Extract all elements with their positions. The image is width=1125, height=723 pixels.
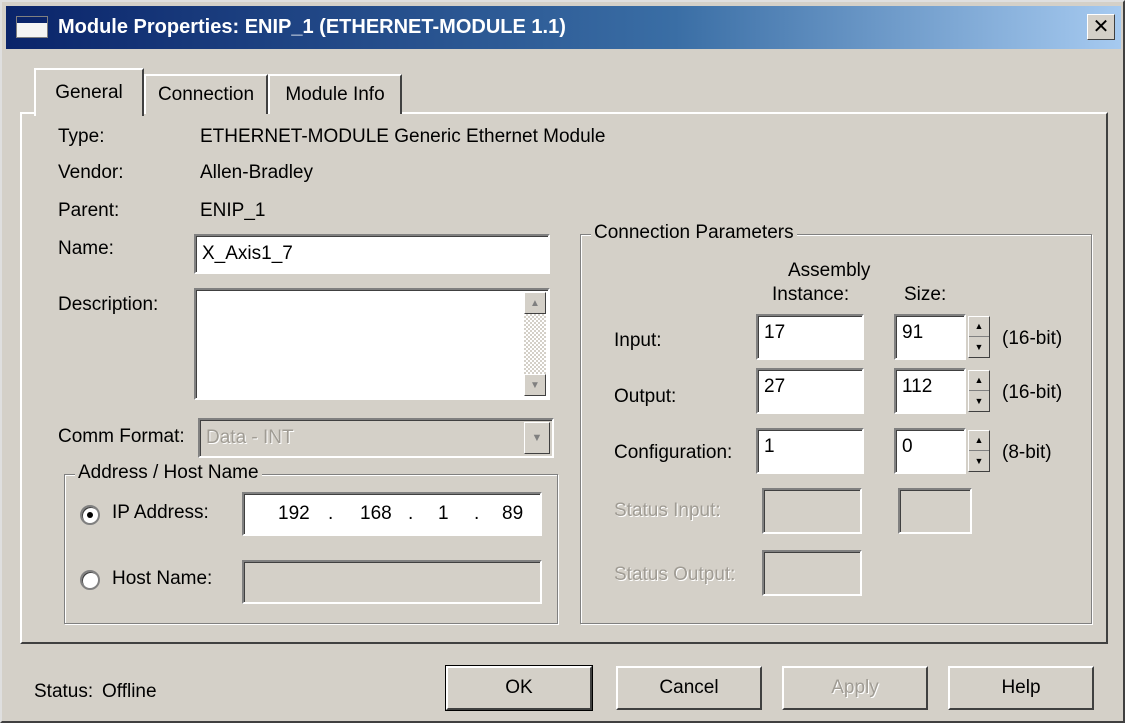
type-value: ETHERNET-MODULE Generic Ethernet Module <box>200 126 606 147</box>
name-label: Name: <box>58 238 114 259</box>
ip-dot: . <box>328 503 334 524</box>
spin-down-icon[interactable]: ▼ <box>969 337 989 357</box>
input-size-value: 91 <box>902 322 924 343</box>
configuration-size-field[interactable]: 0 <box>894 428 966 474</box>
size-header: Size: <box>904 284 947 305</box>
output-instance-value: 27 <box>764 376 786 397</box>
ip-address-input[interactable]: 192 . 168 . 1 . 89 <box>242 492 542 536</box>
title-bar[interactable]: Module Properties: ENIP_1 (ETHERNET-MODU… <box>6 6 1121 49</box>
ok-button[interactable]: OK <box>445 665 593 711</box>
input-instance-value: 17 <box>764 322 786 343</box>
output-size-spinner[interactable]: ▲ ▼ <box>968 370 990 412</box>
host-name-radio[interactable] <box>80 570 100 590</box>
help-button-label: Help <box>1001 677 1041 698</box>
status-output-label: Status Output: <box>614 564 736 585</box>
ip-address-radio[interactable] <box>80 505 100 525</box>
tab-module-info[interactable]: Module Info <box>268 74 402 114</box>
host-name-label: Host Name: <box>112 568 213 589</box>
tab-general[interactable]: General <box>34 68 144 116</box>
cancel-button-label: Cancel <box>659 677 719 698</box>
tab-label: Connection <box>157 84 255 105</box>
spin-down-icon[interactable]: ▼ <box>969 391 989 411</box>
status-input-label: Status Input: <box>614 500 721 521</box>
tab-label: General <box>55 82 123 103</box>
input-label: Input: <box>614 330 662 351</box>
ip-octet-1: 192 <box>278 503 310 524</box>
scroll-up-button[interactable]: ▲ <box>524 292 546 314</box>
output-size-field[interactable]: 112 <box>894 368 966 414</box>
ip-dot: . <box>408 503 414 524</box>
address-group-title: Address / Host Name <box>75 462 262 484</box>
name-input[interactable]: X_Axis1_7 <box>194 234 550 274</box>
assembly-header-line2: Instance: <box>772 284 850 305</box>
help-button[interactable]: Help <box>948 666 1094 710</box>
status-input-field[interactable] <box>762 488 862 534</box>
parent-label: Parent: <box>58 200 120 221</box>
spin-up-icon[interactable]: ▲ <box>969 371 989 391</box>
description-label: Description: <box>58 294 159 315</box>
input-size-spinner[interactable]: ▲ ▼ <box>968 316 990 358</box>
output-size-value: 112 <box>902 376 933 397</box>
window-title: Module Properties: ENIP_1 (ETHERNET-MODU… <box>58 16 566 38</box>
input-instance-field[interactable]: 17 <box>756 314 864 360</box>
scroll-down-button[interactable]: ▼ <box>524 374 546 396</box>
close-icon: ✕ <box>1092 16 1110 38</box>
tab-label: Module Info <box>285 84 385 105</box>
ok-button-label: OK <box>505 677 533 698</box>
ip-octet-2: 168 <box>360 503 392 524</box>
ip-octet-4: 89 <box>502 503 524 524</box>
apply-button[interactable]: Apply <box>782 666 928 710</box>
module-properties-dialog: Module Properties: ENIP_1 (ETHERNET-MODU… <box>0 0 1125 723</box>
comm-format-dropdown-button[interactable]: ▼ <box>524 422 550 454</box>
configuration-size-spinner[interactable]: ▲ ▼ <box>968 430 990 472</box>
status-input-size-field[interactable] <box>898 488 972 534</box>
output-instance-field[interactable]: 27 <box>756 368 864 414</box>
spin-up-icon[interactable]: ▲ <box>969 317 989 337</box>
configuration-instance-field[interactable]: 1 <box>756 428 864 474</box>
close-button[interactable]: ✕ <box>1087 14 1115 40</box>
chevron-down-icon: ▼ <box>531 432 543 444</box>
type-label: Type: <box>58 126 105 147</box>
configuration-instance-value: 1 <box>764 436 775 457</box>
comm-format-value: Data - INT <box>206 427 294 448</box>
status-value: Offline <box>102 681 157 702</box>
configuration-label: Configuration: <box>614 442 733 463</box>
cancel-button[interactable]: Cancel <box>616 666 762 710</box>
ip-dot: . <box>474 503 480 524</box>
status-label: Status: <box>34 681 94 702</box>
configuration-unit: (8-bit) <box>1002 442 1052 463</box>
output-unit: (16-bit) <box>1002 382 1063 403</box>
output-label: Output: <box>614 386 677 407</box>
arrow-down-icon: ▼ <box>530 379 540 391</box>
connection-parameters-title: Connection Parameters <box>591 222 797 244</box>
tab-connection[interactable]: Connection <box>144 74 268 114</box>
window-app-icon <box>16 16 48 38</box>
input-size-field[interactable]: 91 <box>894 314 966 360</box>
spin-up-icon[interactable]: ▲ <box>969 431 989 451</box>
configuration-size-value: 0 <box>902 436 913 457</box>
name-input-value: X_Axis1_7 <box>202 243 293 264</box>
assembly-header-line1: Assembly <box>788 260 871 281</box>
comm-format-select[interactable]: Data - INT ▼ <box>198 418 554 458</box>
description-textarea[interactable]: ▲ ▼ <box>194 288 550 400</box>
ip-octet-3: 1 <box>438 503 449 524</box>
apply-button-label: Apply <box>831 677 879 698</box>
spin-down-icon[interactable]: ▼ <box>969 451 989 471</box>
comm-format-label: Comm Format: <box>58 426 185 447</box>
host-name-input[interactable] <box>242 560 542 604</box>
input-unit: (16-bit) <box>1002 328 1063 349</box>
parent-value: ENIP_1 <box>200 200 266 221</box>
ip-address-label: IP Address: <box>112 502 209 523</box>
status-output-field[interactable] <box>762 550 862 596</box>
description-scrollbar-track[interactable] <box>524 314 546 374</box>
vendor-value: Allen-Bradley <box>200 162 313 183</box>
vendor-label: Vendor: <box>58 162 124 183</box>
arrow-up-icon: ▲ <box>530 297 540 309</box>
